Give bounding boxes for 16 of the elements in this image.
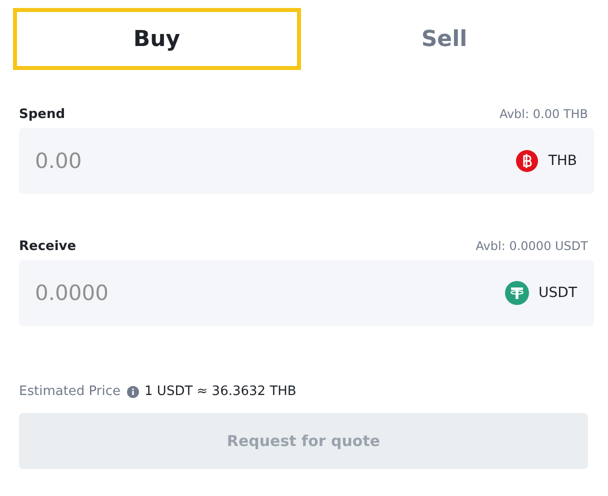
estimated-price: 1 USDT ≈ 36.3632 THB [144, 384, 296, 399]
tab[interactable]: Buy [13, 8, 300, 70]
available-balance: Avbl: 0.00 THB [499, 107, 588, 121]
field-label: Spend [19, 106, 66, 122]
available-balance: Avbl: 0.0000 USDT [476, 239, 588, 253]
estimate-label: Estimated Price [19, 384, 121, 399]
currency-label: THB [548, 153, 577, 169]
tether-coin-icon [504, 281, 529, 305]
amount-field[interactable]: 0.00 THB [19, 128, 594, 194]
currency-label: USDT [538, 285, 577, 301]
info-icon[interactable] [126, 386, 139, 398]
amount-input[interactable]: 0.0000 [35, 281, 505, 305]
field-label: Receive [19, 238, 76, 254]
baht-coin-icon [516, 150, 538, 172]
amount-field[interactable]: 0.0000 USDT [19, 260, 594, 326]
amount-input[interactable]: 0.00 [35, 149, 516, 173]
